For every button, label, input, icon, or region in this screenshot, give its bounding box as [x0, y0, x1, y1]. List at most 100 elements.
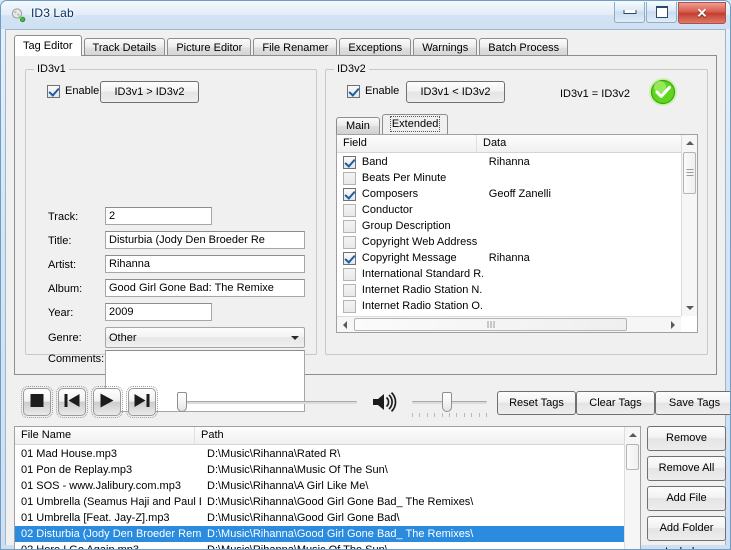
column-header-data[interactable]: Data	[477, 135, 683, 152]
genre-select[interactable]: Other	[105, 327, 305, 348]
inner-tab-main[interactable]: Main	[336, 117, 380, 134]
tab-picture-editor[interactable]: Picture Editor	[167, 38, 252, 56]
file-name-cell: 02 Here I Go Again.mp3	[21, 544, 140, 550]
tab-batch-process[interactable]: Batch Process	[479, 38, 569, 56]
artist-input[interactable]	[105, 255, 305, 273]
remove-button[interactable]: Remove	[647, 426, 726, 451]
inner-tab-extended[interactable]: Extended	[381, 114, 449, 134]
tab-file-renamer[interactable]: File Renamer	[253, 38, 338, 56]
file-list-vscroll-thumb[interactable]	[626, 444, 639, 470]
id3v1-enable-checkbox[interactable]	[47, 85, 60, 98]
column-header-path[interactable]: Path	[195, 427, 626, 444]
row-field: Conductor	[361, 204, 413, 216]
title-input[interactable]	[105, 231, 305, 249]
reset-tags-button[interactable]: Reset Tags	[497, 391, 576, 415]
chevron-down-icon	[686, 306, 694, 310]
row-checkbox[interactable]	[343, 299, 356, 313]
id3v2-enable-checkbox[interactable]	[347, 85, 360, 98]
list-item[interactable]: 01 Mad House.mp3 D:\Music\Rihanna\Rated R…	[15, 446, 624, 462]
extended-hscrollbar[interactable]	[337, 316, 681, 332]
scroll-up-button[interactable]	[682, 135, 697, 151]
file-path-cell: D:\Music\Rihanna\Good Girl Gone Bad_ The…	[207, 528, 474, 540]
position-slider-track[interactable]	[180, 401, 357, 404]
table-row[interactable]: Conductor	[337, 202, 681, 218]
copy-v2-to-v1-button[interactable]: ID3v1 < ID3v2	[406, 81, 505, 103]
clear-tags-button[interactable]: Clear Tags	[576, 391, 655, 415]
table-row[interactable]: Copyright Message Rihanna	[337, 250, 681, 266]
extended-hscroll-thumb[interactable]	[354, 318, 627, 331]
id3v2-enable-label: Enable	[365, 85, 400, 97]
table-row[interactable]: International Standard R...	[337, 266, 681, 282]
column-header-file-name[interactable]: File Name	[15, 427, 195, 444]
tab-label: Exceptions	[348, 42, 403, 54]
previous-button[interactable]	[56, 386, 88, 418]
scroll-up-button[interactable]	[625, 427, 640, 443]
row-field: Internet Radio Station O...	[361, 300, 483, 312]
minimize-button[interactable]	[614, 2, 645, 23]
scroll-down-button[interactable]	[682, 300, 697, 316]
tab-label: Picture Editor	[176, 42, 243, 54]
row-checkbox[interactable]	[343, 219, 356, 233]
scroll-right-button[interactable]	[665, 317, 681, 332]
tab-track-details[interactable]: Track Details	[83, 38, 166, 56]
id3v1-enable-label: Enable	[65, 85, 100, 97]
close-button[interactable]: ✕	[678, 2, 726, 24]
file-name-cell: 01 Umbrella (Seamus Haji and Paul E...	[21, 496, 201, 508]
track-input[interactable]	[105, 207, 212, 225]
tab-tag-editor[interactable]: Tag Editor	[14, 35, 82, 56]
previous-icon	[64, 394, 80, 410]
file-list-grid[interactable]: File Name Path 01 Mad House.mp3 D:\Music\…	[14, 426, 641, 550]
extended-fields-grid[interactable]: Field Data Band Rihanna Beats Per Minute …	[336, 134, 698, 333]
column-header-field[interactable]: Field	[337, 135, 477, 152]
file-name-cell: 01 Pon de Replay.mp3	[21, 464, 133, 476]
play-icon	[100, 393, 114, 411]
album-input[interactable]	[105, 279, 305, 297]
tab-warnings[interactable]: Warnings	[413, 38, 478, 56]
green-check-icon	[647, 76, 679, 111]
extended-vscroll-thumb[interactable]	[683, 152, 696, 194]
grip-icon	[686, 167, 693, 179]
stop-button[interactable]	[21, 386, 53, 418]
table-row[interactable]: Beats Per Minute	[337, 170, 681, 186]
row-checkbox[interactable]	[343, 171, 356, 185]
add-folder-button[interactable]: Add Folder	[647, 516, 726, 541]
table-row[interactable]: Composers Geoff Zanelli	[337, 186, 681, 202]
scroll-left-button[interactable]	[337, 317, 353, 332]
table-row[interactable]: Group Description	[337, 218, 681, 234]
list-item[interactable]: 01 Umbrella [Feat. Jay-Z].mp3 D:\Music\Ri…	[15, 510, 624, 526]
list-item-selected[interactable]: 02 Disturbia (Jody Den Broeder Remix... D…	[15, 526, 624, 542]
row-checkbox[interactable]	[343, 235, 356, 249]
row-checkbox[interactable]	[343, 251, 356, 265]
row-checkbox[interactable]	[343, 267, 356, 281]
year-input[interactable]	[105, 303, 212, 321]
extended-vscrollbar[interactable]	[681, 135, 697, 316]
table-row[interactable]: Copyright Web Address	[337, 234, 681, 250]
list-item[interactable]: 02 Here I Go Again.mp3 D:\Music\Rihanna\M…	[15, 542, 624, 550]
maximize-button[interactable]	[646, 2, 677, 23]
save-tags-button[interactable]: Save Tags	[655, 391, 730, 415]
next-button[interactable]	[126, 386, 158, 418]
list-item[interactable]: 01 Pon de Replay.mp3 D:\Music\Rihanna\Mus…	[15, 462, 624, 478]
chevron-up-icon	[629, 433, 637, 437]
copy-v1-to-v2-button[interactable]: ID3v1 > ID3v2	[100, 81, 199, 103]
table-row[interactable]: Internet Radio Station N...	[337, 282, 681, 298]
volume-icon[interactable]	[369, 388, 397, 419]
tab-exceptions[interactable]: Exceptions	[339, 38, 412, 56]
play-button[interactable]	[91, 386, 123, 418]
transport-bar: Reset Tags Clear Tags Save Tags	[14, 380, 730, 424]
volume-slider-thumb[interactable]	[442, 392, 452, 412]
table-row[interactable]: Band Rihanna	[337, 154, 681, 170]
list-item[interactable]: 01 Umbrella (Seamus Haji and Paul E... D:…	[15, 494, 624, 510]
remove-all-button[interactable]: Remove All	[647, 456, 726, 481]
list-item[interactable]: 01 SOS - www.Jalibury.com.mp3 D:\Music\Ri…	[15, 478, 624, 494]
main-tabstrip: Tag Editor Track Details Picture Editor …	[14, 35, 570, 56]
position-slider-thumb[interactable]	[177, 392, 187, 412]
row-checkbox[interactable]	[343, 155, 356, 169]
row-checkbox[interactable]	[343, 187, 356, 201]
row-checkbox[interactable]	[343, 203, 356, 217]
table-row[interactable]: Internet Radio Station O...	[337, 298, 681, 314]
next-icon	[134, 394, 150, 410]
file-list-vscrollbar[interactable]	[624, 427, 640, 549]
add-file-button[interactable]: Add File	[647, 486, 726, 511]
row-checkbox[interactable]	[343, 283, 356, 297]
